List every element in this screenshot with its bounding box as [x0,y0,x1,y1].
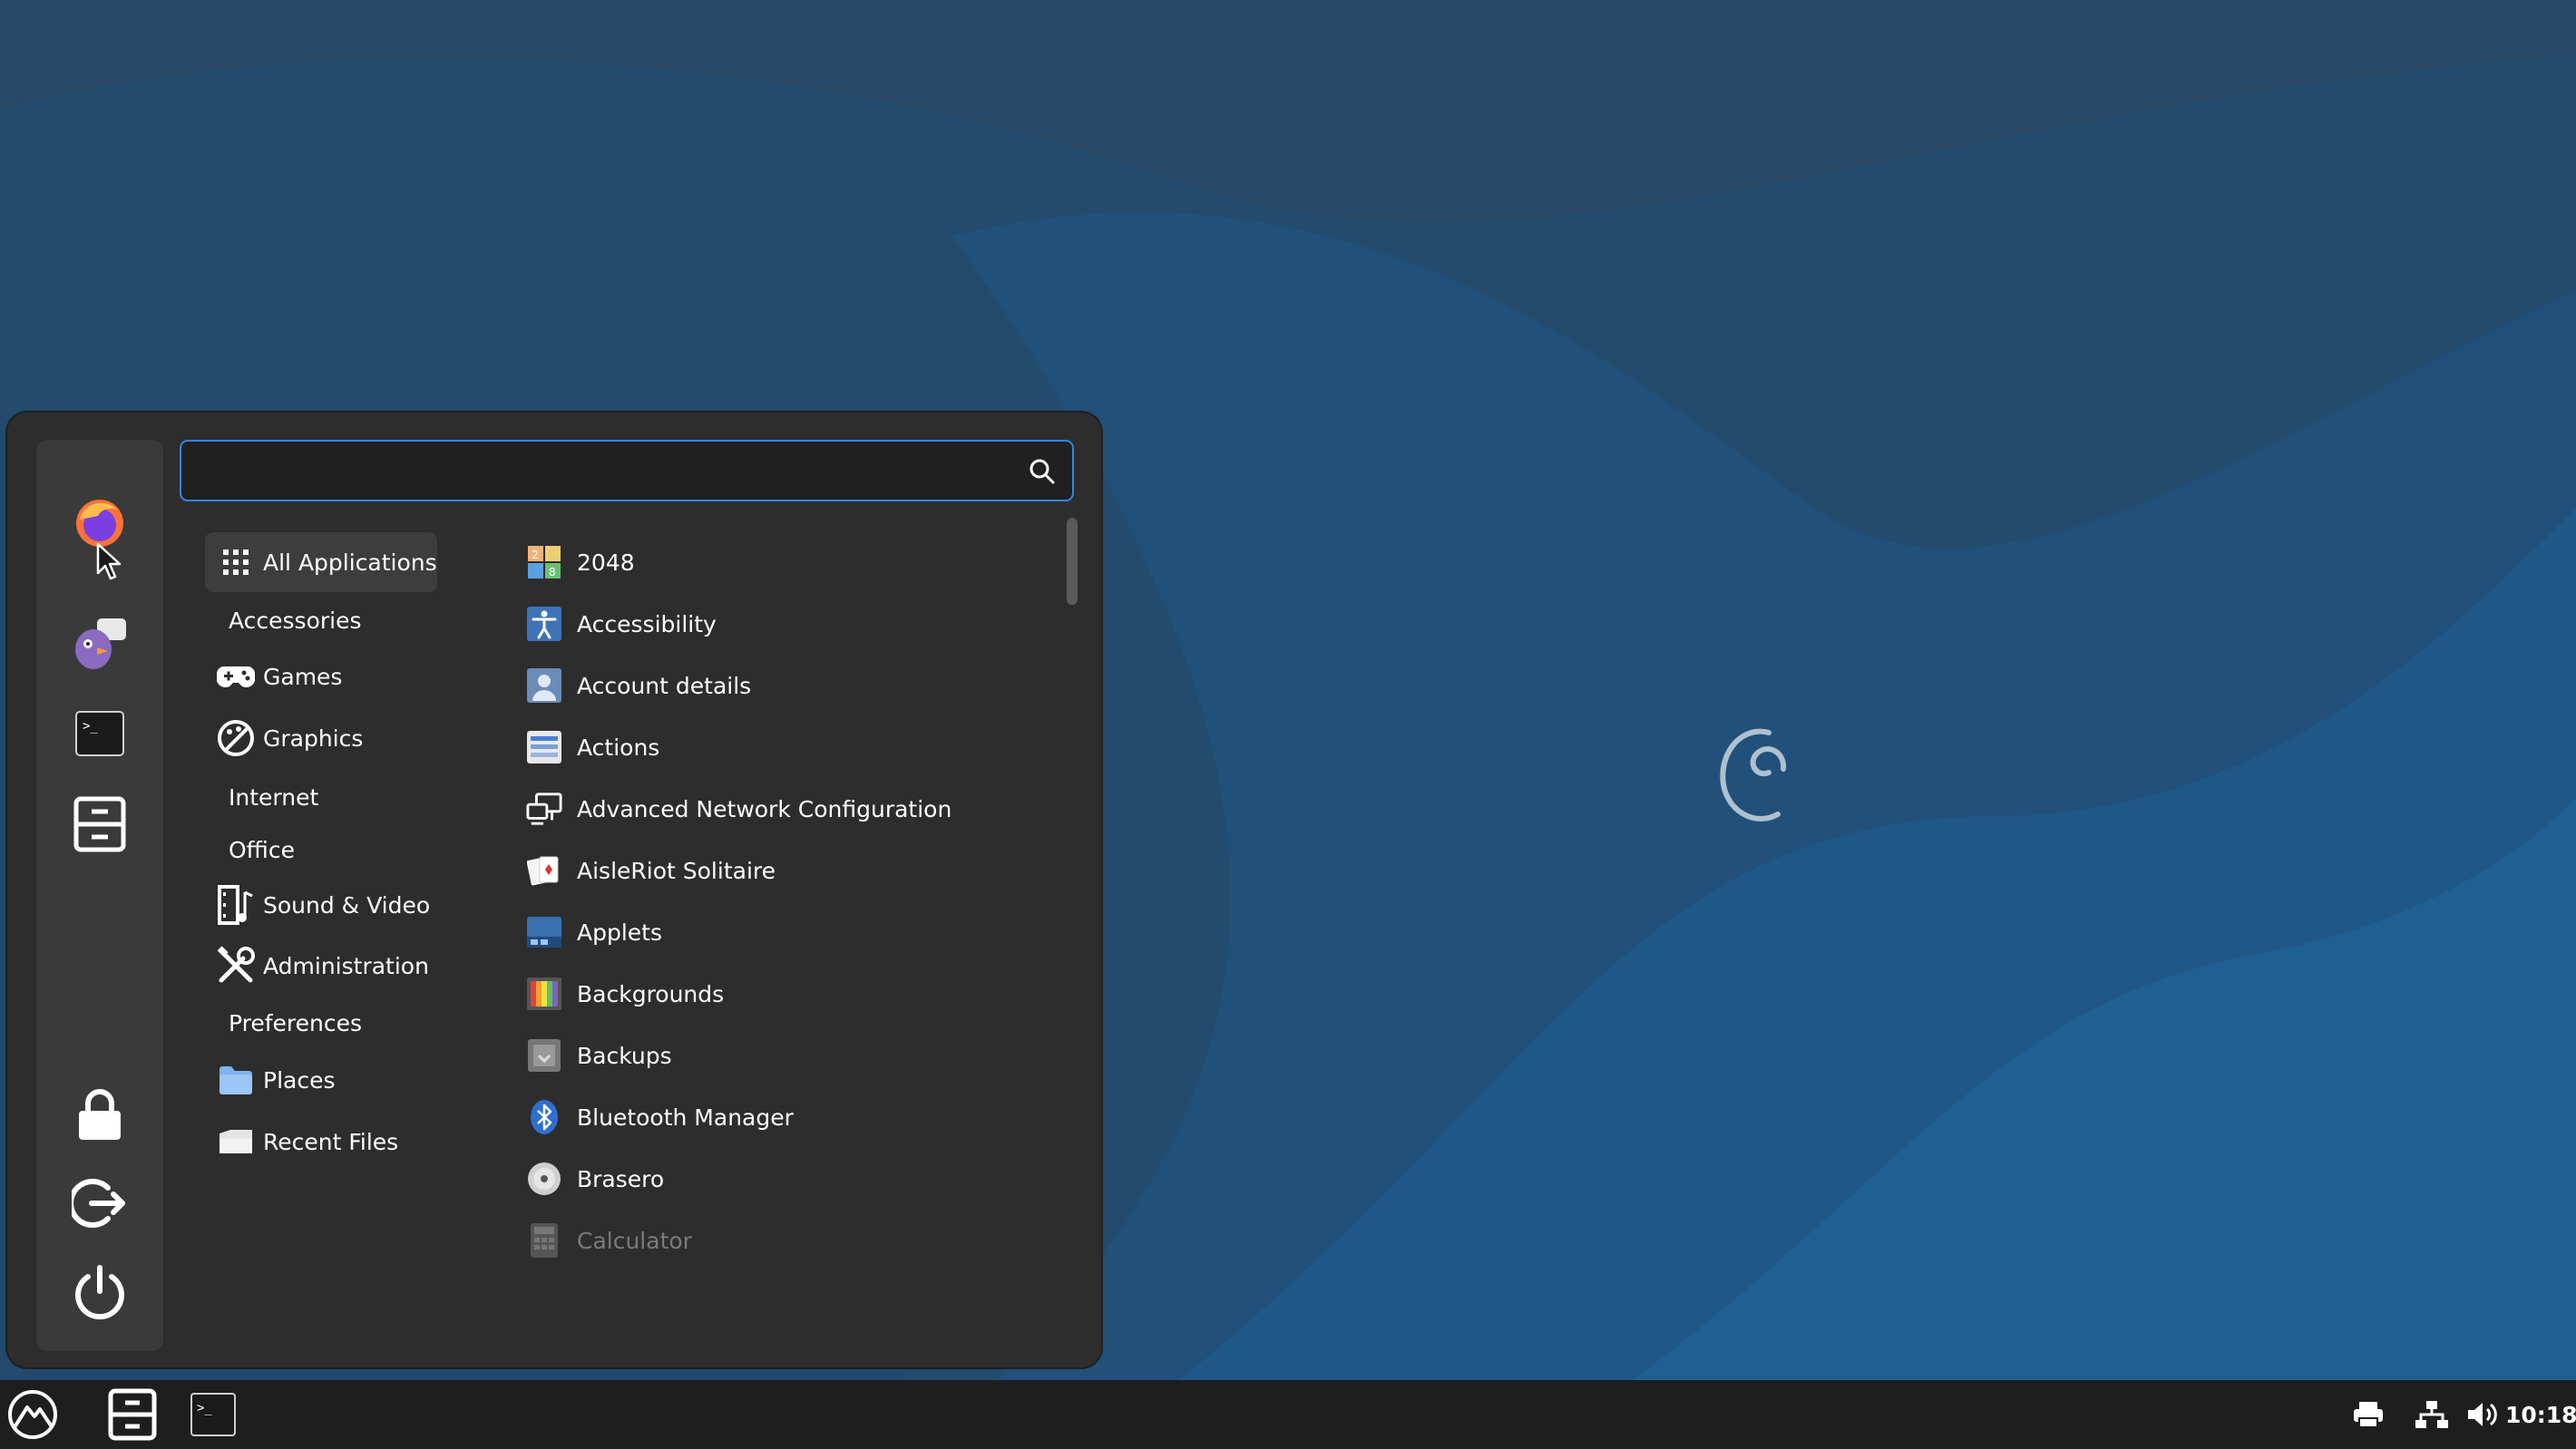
app-label: Actions [577,734,660,761]
category-label: Office [229,836,295,863]
category-label: Internet [229,783,319,811]
file-manager-icon[interactable] [65,790,134,859]
category-office[interactable]: Office [205,820,437,880]
app-label: Backgrounds [577,980,725,1007]
category-administration[interactable]: Administration [205,936,437,996]
volume-icon[interactable] [2460,1380,2505,1449]
cards-icon [526,852,562,889]
terminal-icon[interactable]: >_ [181,1380,245,1449]
category-label: Administration [263,952,429,979]
terminal-icon[interactable]: >_ [65,699,134,768]
clock[interactable]: 10:18 [2505,1380,2576,1449]
app-list-scrollbar[interactable] [1067,518,1078,605]
logout-icon[interactable] [65,1169,134,1238]
category-recent-files[interactable]: Recent Files [205,1112,437,1172]
app-item-account-details[interactable]: Account details [526,658,751,713]
category-games[interactable]: Games [205,647,437,706]
backgrounds-icon [526,976,562,1012]
category-label: Preferences [229,1009,363,1036]
category-internet[interactable]: Internet [205,767,437,827]
category-graphics[interactable]: Graphics [205,708,437,768]
category-label: Places [263,1066,336,1094]
power-icon[interactable] [65,1258,134,1327]
app-item-advanced-network-configuration[interactable]: Advanced Network Configuration [526,782,951,836]
category-places[interactable]: Places [205,1050,437,1110]
category-label: Graphics [263,724,364,752]
film-music-icon [216,885,256,925]
game-2048-icon: 28 [526,544,562,580]
app-label: Advanced Network Configuration [577,795,952,822]
app-label: Calculator [577,1227,692,1254]
app-item-backups[interactable]: Backups [526,1028,672,1083]
network-config-icon [526,791,562,827]
file-manager-icon[interactable] [100,1380,165,1449]
calculator-icon [526,1222,562,1259]
app-item-accessibility[interactable]: Accessibility [526,597,717,651]
category-preferences[interactable]: Preferences [205,993,437,1053]
app-label: 2048 [577,549,635,576]
pidgin-icon[interactable] [65,608,134,677]
category-label: Recent Files [263,1128,399,1155]
actions-icon [526,729,562,765]
search-icon[interactable] [1029,458,1056,485]
svg-text:>_: >_ [83,719,98,734]
app-label: Backups [577,1042,672,1069]
search-input[interactable] [198,451,1000,492]
lock-icon[interactable] [65,1080,134,1149]
app-item-aisleriot-solitaire[interactable]: AisleRiot Solitaire [526,843,776,898]
app-item-brasero[interactable]: Brasero [526,1152,664,1206]
app-item-applets[interactable]: Applets [526,905,662,959]
folder-icon [216,1060,256,1100]
app-label: AisleRiot Solitaire [577,857,776,884]
bottom-panel: >_ 10:18 [0,1380,2576,1449]
app-label: Applets [577,919,662,946]
debian-swirl-logo [1720,728,1787,822]
network-icon[interactable] [2409,1380,2454,1449]
palette-icon [216,718,256,758]
app-item-bluetooth-manager[interactable]: Bluetooth Manager [526,1090,794,1144]
app-label: Brasero [577,1165,665,1192]
svg-text:2: 2 [532,549,539,561]
category-label: Accessories [229,607,362,634]
menu-icon[interactable] [0,1380,65,1449]
app-item-actions[interactable]: Actions [526,720,659,774]
category-sound-video[interactable]: Sound & Video [205,875,437,935]
search-box[interactable] [180,440,1074,501]
gamepad-icon [216,656,256,696]
user-account-icon [526,667,562,704]
app-label: Account details [577,672,752,699]
mouse-cursor-icon [96,542,122,580]
category-accessories[interactable]: Accessories [205,590,437,650]
recent-files-icon [216,1122,256,1162]
disc-icon [526,1161,562,1197]
svg-text:>_: >_ [197,1401,212,1415]
app-item-calculator[interactable]: Calculator [526,1213,692,1268]
app-item-backgrounds[interactable]: Backgrounds [526,967,724,1021]
app-label: Bluetooth Manager [577,1104,794,1131]
category-label: All Applications [263,549,437,576]
svg-text:8: 8 [549,566,556,579]
app-item-2048[interactable]: 28 2048 [526,535,635,589]
category-label: Sound & Video [263,891,431,919]
category-label: Games [263,663,343,690]
application-menu: >_ All Applications Accessories Games Gr… [7,413,1101,1367]
printer-icon[interactable] [2346,1380,2391,1449]
tools-icon [216,946,256,986]
accessibility-icon [526,606,562,642]
applets-icon [526,914,562,950]
grid-icon [216,542,256,582]
backups-icon [526,1037,562,1074]
bluetooth-icon [526,1099,562,1135]
category-all-applications[interactable]: All Applications [205,532,437,592]
app-label: Accessibility [577,610,717,637]
